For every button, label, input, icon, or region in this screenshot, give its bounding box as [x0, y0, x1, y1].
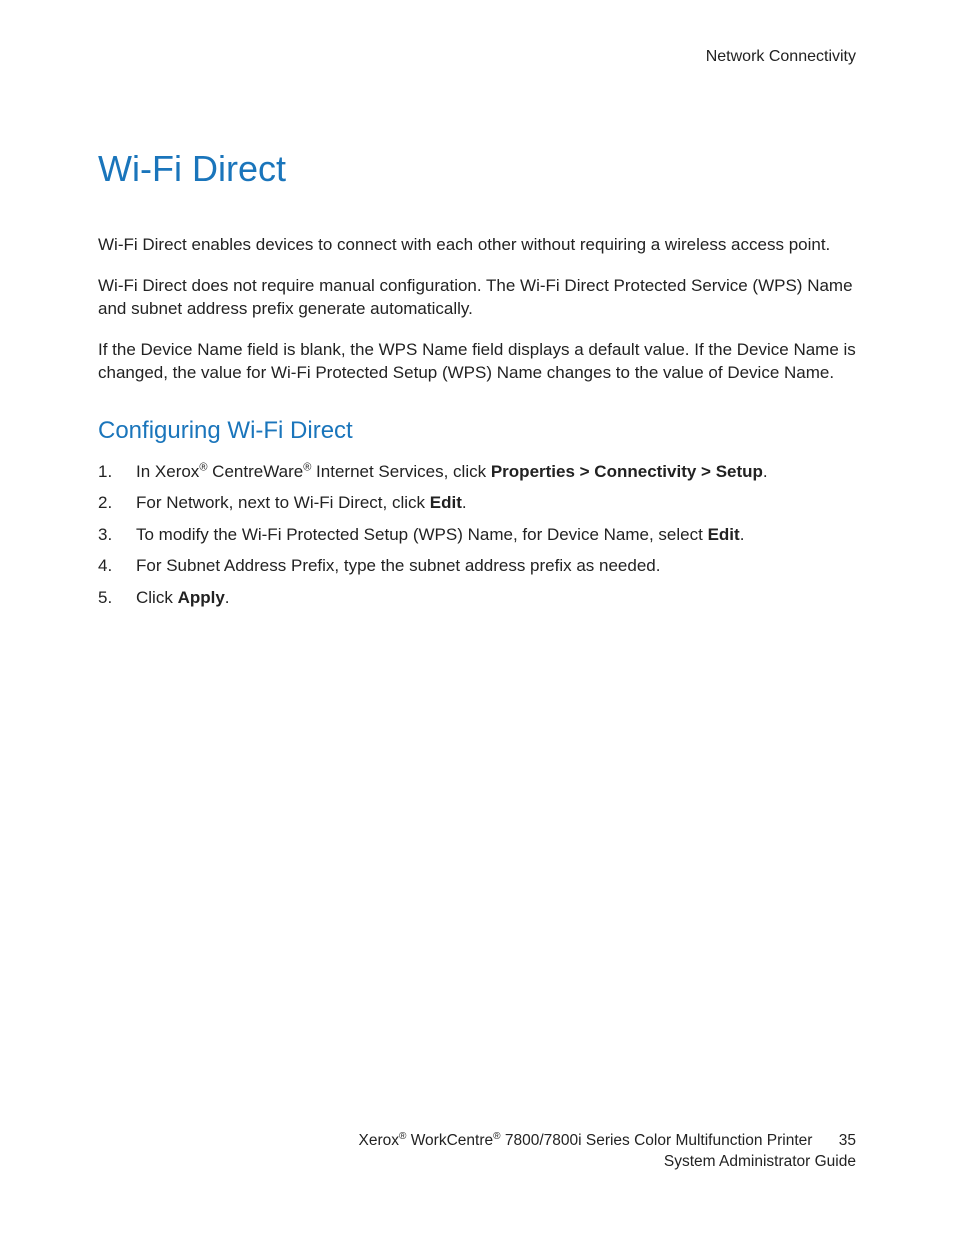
- intro-paragraph-3: If the Device Name field is blank, the W…: [98, 339, 856, 385]
- step-text: .: [225, 588, 230, 607]
- page-footer: Xerox® WorkCentre® 7800/7800i Series Col…: [358, 1131, 856, 1173]
- page-number: 35: [839, 1131, 856, 1152]
- step-1: In Xerox® CentreWare® Internet Services,…: [98, 459, 856, 485]
- page: Network Connectivity Wi-Fi Direct Wi-Fi …: [0, 0, 954, 1235]
- step-text: CentreWare: [207, 462, 303, 481]
- section-heading: Configuring Wi-Fi Direct: [98, 417, 856, 445]
- step-bold: Edit: [708, 525, 740, 544]
- step-text: In Xerox: [136, 462, 199, 481]
- footer-line-2: System Administrator Guide: [358, 1152, 856, 1173]
- step-text: For Subnet Address Prefix, type the subn…: [136, 556, 660, 575]
- step-text: .: [462, 493, 467, 512]
- intro-paragraph-2: Wi-Fi Direct does not require manual con…: [98, 275, 856, 321]
- footer-brand: Xerox: [358, 1132, 399, 1149]
- step-bold: Apply: [178, 588, 225, 607]
- registered-mark: ®: [493, 1131, 500, 1142]
- chapter-header: Network Connectivity: [706, 48, 856, 66]
- step-bold: Properties > Connectivity > Setup: [491, 462, 763, 481]
- step-text: .: [740, 525, 745, 544]
- step-2: For Network, next to Wi-Fi Direct, click…: [98, 490, 856, 516]
- footer-line-1: Xerox® WorkCentre® 7800/7800i Series Col…: [358, 1131, 812, 1152]
- steps-list: In Xerox® CentreWare® Internet Services,…: [98, 459, 856, 611]
- step-text: For Network, next to Wi-Fi Direct, click: [136, 493, 430, 512]
- footer-text: 7800/7800i Series Color Multifunction Pr…: [501, 1132, 813, 1149]
- step-text: .: [763, 462, 768, 481]
- step-text: Internet Services, click: [311, 462, 491, 481]
- step-4: For Subnet Address Prefix, type the subn…: [98, 553, 856, 579]
- step-bold: Edit: [430, 493, 462, 512]
- step-5: Click Apply.: [98, 585, 856, 611]
- footer-brand: WorkCentre: [406, 1132, 493, 1149]
- page-title: Wi-Fi Direct: [98, 148, 856, 190]
- step-3: To modify the Wi-Fi Protected Setup (WPS…: [98, 522, 856, 548]
- step-text: To modify the Wi-Fi Protected Setup (WPS…: [136, 525, 708, 544]
- step-text: Click: [136, 588, 178, 607]
- intro-paragraph-1: Wi-Fi Direct enables devices to connect …: [98, 234, 856, 257]
